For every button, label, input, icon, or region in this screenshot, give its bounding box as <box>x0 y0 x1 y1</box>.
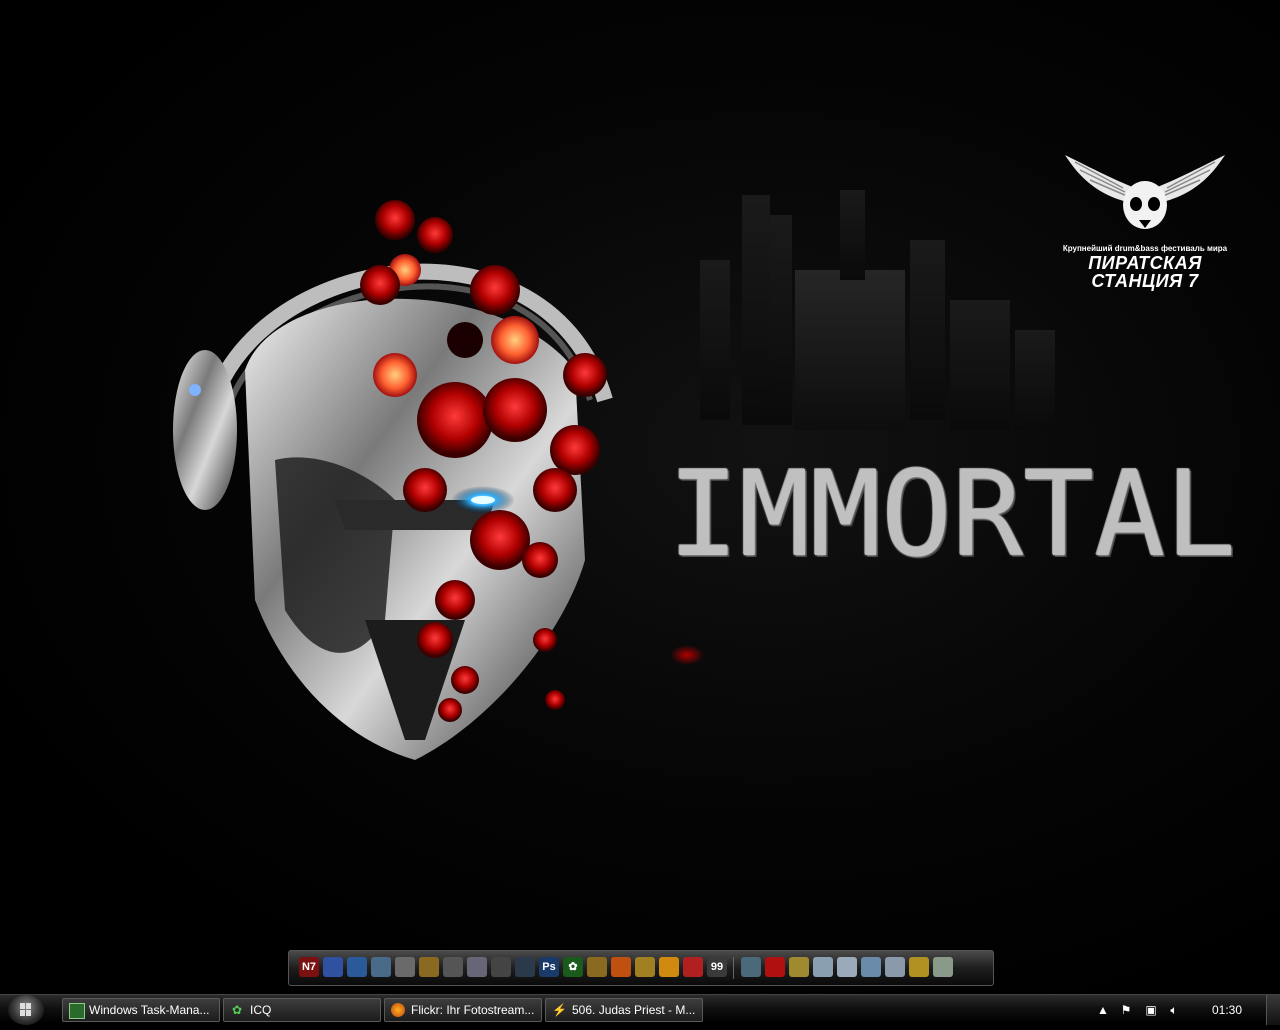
taskbar-button-winamp[interactable]: ⚡ 506. Judas Priest - M... <box>545 998 703 1022</box>
helmet-artwork <box>173 200 613 760</box>
notes-icon[interactable] <box>837 957 857 977</box>
globe-icon[interactable] <box>371 957 391 977</box>
avira-icon[interactable] <box>765 957 785 977</box>
orb-icon[interactable] <box>659 957 679 977</box>
show-desktop-button[interactable] <box>1266 995 1280 1025</box>
winamp-icon: ⚡ <box>552 1003 567 1017</box>
game-icon[interactable] <box>419 957 439 977</box>
firefox-icon[interactable] <box>611 957 631 977</box>
windows-logo-icon <box>20 1003 31 1016</box>
taskbar-button-label: ICQ <box>250 1003 272 1017</box>
nfs-icon[interactable]: N7 <box>299 957 319 977</box>
wot-icon[interactable] <box>491 957 511 977</box>
monitor-icon[interactable] <box>741 957 761 977</box>
task-manager-icon <box>69 1003 85 1019</box>
red-app-icon[interactable] <box>683 957 703 977</box>
wallpaper-title: IMMORTAL <box>668 445 1237 583</box>
counter-icon[interactable]: 99 <box>707 957 727 977</box>
network-icon[interactable]: ▣ <box>1143 1002 1159 1018</box>
bell-icon[interactable] <box>395 957 415 977</box>
folder-icon[interactable] <box>789 957 809 977</box>
taskbar-button-task-manager[interactable]: Windows Task-Mana... <box>62 998 220 1022</box>
ornament-icon[interactable] <box>587 957 607 977</box>
steam-icon[interactable] <box>515 957 535 977</box>
logo-name: ПИРАТСКАЯ СТАНЦИЯ 7 <box>1088 253 1202 291</box>
firefox-icon <box>391 1003 405 1017</box>
taskbar: Windows Task-Mana... ✿ ICQ Flickr: Ihr F… <box>0 994 1280 1025</box>
taskbar-button-label: 506. Judas Priest - M... <box>572 1003 696 1017</box>
icq-icon: ✿ <box>231 1003 243 1017</box>
volume-icon[interactable]: 🔈︎ <box>1166 1002 1182 1018</box>
dock: N7 Ps ✿ 99 <box>288 950 994 986</box>
photoshop-icon[interactable]: Ps <box>539 957 559 977</box>
winamp-icon[interactable] <box>635 957 655 977</box>
pirate-station-logo: Крупнейший drum&bass фестиваль мира ПИРА… <box>1055 150 1235 310</box>
scissors-icon[interactable] <box>933 957 953 977</box>
start-button[interactable] <box>8 995 44 1025</box>
clock[interactable]: 01:30 <box>1205 1002 1249 1018</box>
tray-expand-icon[interactable]: ▲ <box>1095 1002 1111 1018</box>
action-center-flag-icon[interactable]: ⚑ <box>1118 1002 1134 1018</box>
taskbar-button-label: Flickr: Ihr Fotostream... <box>411 1003 535 1017</box>
helmet-icon[interactable] <box>467 957 487 977</box>
desktop: IMMORTAL Крупнейший drum&bass фестиваль … <box>0 0 1280 994</box>
icq-icon[interactable]: ✿ <box>563 957 583 977</box>
app-blue-icon[interactable] <box>323 957 343 977</box>
recycle-bin-icon[interactable] <box>813 957 833 977</box>
app-tcp-icon[interactable] <box>347 957 367 977</box>
red-glow <box>670 645 704 665</box>
drive-icon[interactable] <box>885 957 905 977</box>
tools-icon[interactable] <box>909 957 929 977</box>
dock-separator <box>733 957 734 979</box>
taskbar-button-firefox[interactable]: Flickr: Ihr Fotostream... <box>384 998 542 1022</box>
network-icon[interactable] <box>861 957 881 977</box>
winged-skull-icon <box>1065 155 1225 229</box>
soldier-icon[interactable] <box>443 957 463 977</box>
taskbar-button-label: Windows Task-Mana... <box>89 1003 210 1017</box>
taskbar-button-icq[interactable]: ✿ ICQ <box>223 998 381 1022</box>
logo-tagline: Крупнейший drum&bass фестиваль мира <box>1062 244 1228 253</box>
